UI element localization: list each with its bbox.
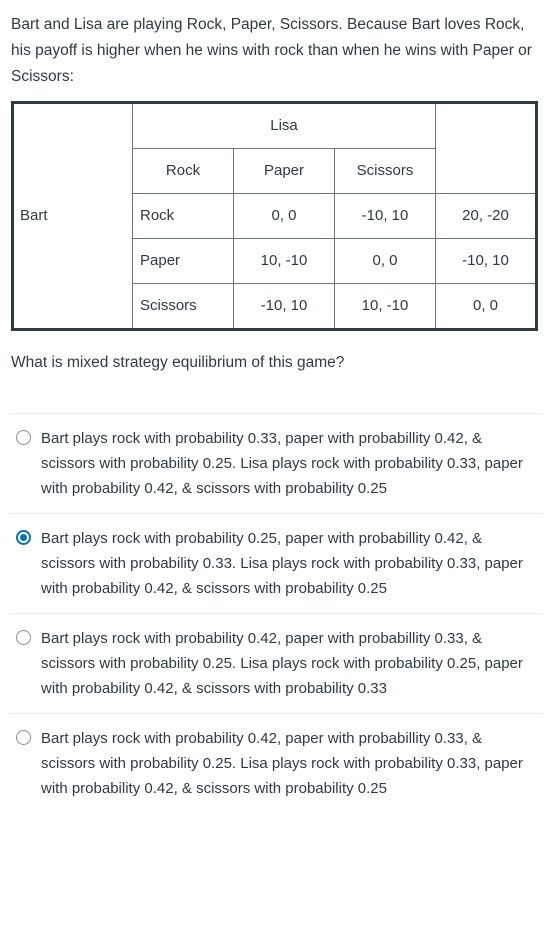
answer-option-1[interactable]: Bart plays rock with probability 0.33, p… xyxy=(10,413,542,513)
answer-option-label-2: Bart plays rock with probability 0.25, p… xyxy=(41,530,523,597)
row-header-rock: Rock xyxy=(132,193,234,239)
radio-button-icon-4[interactable] xyxy=(16,730,31,745)
col-player-label: Lisa xyxy=(132,102,436,149)
sub-question-text: What is mixed strategy equilibrium of th… xyxy=(11,354,345,371)
table-row-col-player: Bart Lisa xyxy=(12,102,537,330)
cell-paper-scissors: -10, 10 xyxy=(435,238,537,284)
radio-button-icon-1[interactable] xyxy=(16,430,31,445)
payoff-matrix-table: Bart Lisa Rock Paper Scissors Rock 0, 0 … xyxy=(11,101,538,331)
answer-option-3[interactable]: Bart plays rock with probability 0.42, p… xyxy=(10,613,542,713)
cell-scissors-rock: -10, 10 xyxy=(233,283,335,330)
row-header-paper: Paper xyxy=(132,238,234,284)
radio-button-icon-3[interactable] xyxy=(16,630,31,645)
question-prompt: Bart and Lisa are playing Rock, Paper, S… xyxy=(11,16,532,85)
radio-button-icon-2[interactable] xyxy=(16,530,31,545)
cell-scissors-paper: 10, -10 xyxy=(334,283,436,330)
answer-option-label-4: Bart plays rock with probability 0.42, p… xyxy=(41,730,523,797)
cell-paper-rock: 10, -10 xyxy=(233,238,335,284)
answer-options-list: Bart plays rock with probability 0.33, p… xyxy=(0,413,552,813)
answer-option-label-1: Bart plays rock with probability 0.33, p… xyxy=(41,430,523,497)
row-header-scissors: Scissors xyxy=(132,283,234,330)
col-header-paper: Paper xyxy=(233,148,335,194)
answer-option-label-3: Bart plays rock with probability 0.42, p… xyxy=(41,630,523,697)
col-header-rock: Rock xyxy=(132,148,234,194)
payoff-matrix-container: Bart Lisa Rock Paper Scissors Rock 0, 0 … xyxy=(0,90,552,331)
answer-option-2[interactable]: Bart plays rock with probability 0.25, p… xyxy=(10,513,542,613)
cell-rock-scissors: 20, -20 xyxy=(435,193,537,239)
row-player-label: Bart xyxy=(12,102,133,330)
cell-rock-paper: -10, 10 xyxy=(334,193,436,239)
cell-paper-paper: 0, 0 xyxy=(334,238,436,284)
cell-rock-rock: 0, 0 xyxy=(233,193,335,239)
cell-scissors-scissors: 0, 0 xyxy=(435,283,537,330)
quiz-question-page: Bart and Lisa are playing Rock, Paper, S… xyxy=(0,0,552,952)
answer-option-4[interactable]: Bart plays rock with probability 0.42, p… xyxy=(10,713,542,813)
col-header-scissors: Scissors xyxy=(334,148,436,194)
